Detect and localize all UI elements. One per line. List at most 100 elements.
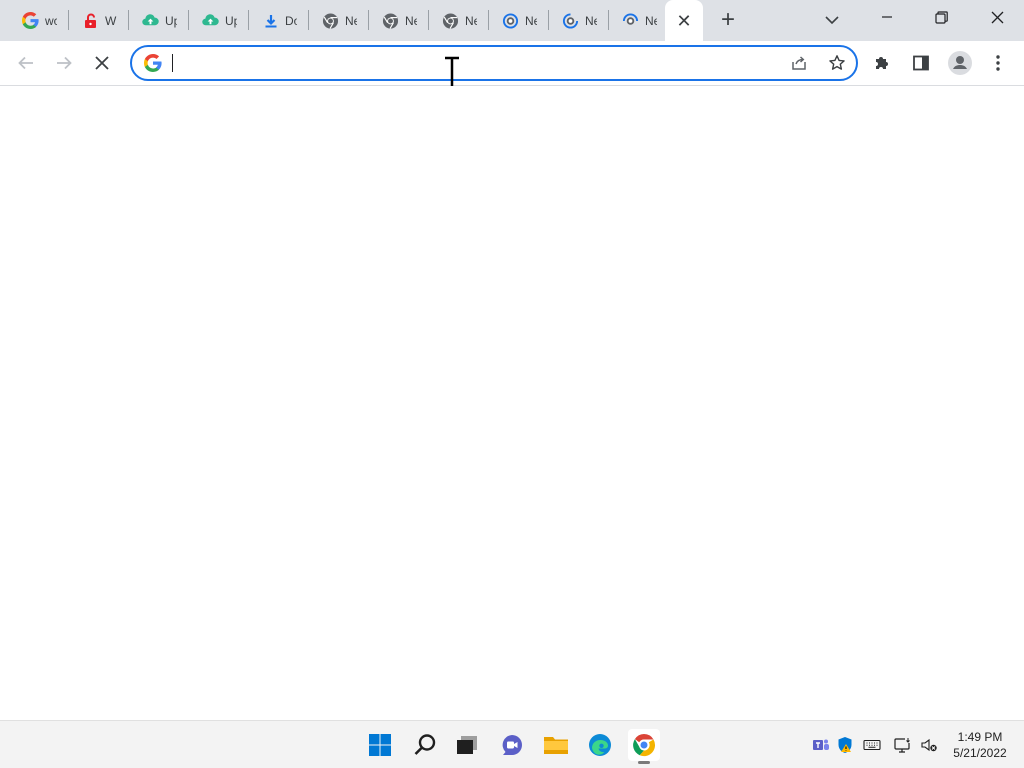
tab-3[interactable]: Up (130, 0, 189, 41)
browser-toolbar (0, 41, 1024, 86)
tab-7[interactable]: Ne (370, 0, 429, 41)
tab-title: Do (285, 13, 297, 28)
new-tab-button[interactable]: + (714, 6, 742, 34)
system-clock[interactable]: 1:49 PM 5/21/2022 (944, 729, 1016, 761)
cloud-upload-icon (202, 12, 219, 29)
loading-icon (502, 12, 519, 29)
chrome-icon (322, 12, 339, 29)
tab-6[interactable]: Ne (310, 0, 369, 41)
tab-4[interactable]: Up (190, 0, 249, 41)
tab-11[interactable]: Ne (610, 0, 669, 41)
clock-time: 1:49 PM (957, 730, 1003, 744)
edge-icon (589, 734, 611, 756)
tab-title: Ne (465, 13, 477, 28)
tab-strip: wc W Up Up D (0, 0, 1024, 41)
tab-2[interactable]: W (70, 0, 129, 41)
share-button[interactable] (788, 52, 810, 74)
tab-title: wc (45, 13, 57, 28)
taskbar: 1:49 PM 5/21/2022 (0, 720, 1024, 768)
close-icon (991, 11, 1003, 23)
tab-separator (368, 10, 369, 30)
forward-button[interactable] (50, 49, 78, 77)
file-explorer-icon (544, 737, 568, 754)
tab-title: Ne (405, 13, 417, 28)
search-button[interactable] (409, 729, 441, 761)
tab-5[interactable]: Do (250, 0, 309, 41)
tab-separator (248, 10, 249, 30)
share-icon (792, 56, 806, 70)
restore-button[interactable] (914, 0, 968, 34)
tab-title: W (105, 13, 117, 28)
address-bar[interactable] (130, 45, 858, 81)
profile-button[interactable] (946, 49, 974, 77)
edge-button[interactable] (584, 729, 616, 761)
network-icon[interactable] (893, 735, 913, 755)
security-warning-icon[interactable] (835, 735, 855, 755)
page-content[interactable] (0, 86, 1024, 720)
text-caret (172, 54, 173, 72)
keyboard-icon[interactable] (862, 735, 882, 755)
tab-separator (428, 10, 429, 30)
tab-title: Up (225, 13, 237, 28)
restore-icon (934, 10, 948, 24)
tab-separator (548, 10, 549, 30)
search-icon (414, 734, 436, 755)
tab-separator (608, 10, 609, 30)
side-panel-icon (913, 55, 929, 71)
tab-separator (488, 10, 489, 30)
tab-9[interactable]: Ne (490, 0, 549, 41)
teams-tray-icon[interactable] (811, 735, 831, 755)
chat-button[interactable] (496, 729, 528, 761)
arrow-right-icon (57, 56, 72, 70)
volume-muted-icon[interactable] (919, 735, 939, 755)
tab-title: Ne (525, 13, 537, 28)
tab-separator (188, 10, 189, 30)
menu-button[interactable] (984, 49, 1012, 77)
tab-title: Ne (645, 13, 657, 28)
google-icon (22, 12, 39, 29)
tab-8[interactable]: Ne (430, 0, 489, 41)
back-button[interactable] (12, 49, 40, 77)
tab-title: Ne (585, 13, 597, 28)
loading-icon (562, 12, 579, 29)
minimize-icon (882, 16, 892, 18)
chrome-taskbar-button[interactable] (628, 729, 660, 764)
start-button[interactable] (364, 729, 396, 761)
tab-separator (308, 10, 309, 30)
download-icon (262, 12, 279, 29)
loading-icon (622, 12, 639, 29)
close-tab-icon[interactable]: ✕ (676, 12, 691, 30)
arrow-left-icon (18, 56, 33, 70)
extensions-button[interactable] (868, 49, 896, 77)
avatar-icon (948, 51, 972, 75)
tab-1[interactable]: wc (10, 0, 69, 41)
google-icon (144, 54, 162, 72)
cloud-upload-icon (142, 12, 159, 29)
windows-start-icon (369, 734, 391, 756)
clock-date: 5/21/2022 (953, 746, 1007, 760)
task-view-icon (457, 736, 477, 754)
tab-search-button[interactable] (820, 8, 844, 32)
stop-loading-button[interactable] (88, 49, 116, 77)
chevron-down-icon (825, 15, 839, 24)
minimize-button[interactable] (860, 0, 914, 34)
browser-window: wc W Up Up D (0, 0, 1024, 720)
kebab-menu-icon (996, 55, 1000, 71)
task-view-button[interactable] (451, 729, 483, 761)
address-input[interactable] (172, 51, 772, 75)
bookmark-button[interactable] (826, 52, 848, 74)
tab-separator (68, 10, 69, 30)
side-panel-button[interactable] (907, 49, 935, 77)
active-tab[interactable]: ✕ (665, 0, 703, 41)
active-indicator (638, 761, 650, 764)
close-window-button[interactable] (970, 0, 1024, 34)
chat-icon (502, 735, 522, 755)
file-explorer-button[interactable] (540, 729, 572, 761)
stop-icon (95, 56, 109, 70)
unlock-icon (82, 12, 99, 29)
tab-title: Up (165, 13, 177, 28)
tab-10[interactable]: Ne (550, 0, 609, 41)
puzzle-icon (876, 57, 888, 69)
chrome-icon (382, 12, 399, 29)
star-icon (829, 55, 845, 70)
